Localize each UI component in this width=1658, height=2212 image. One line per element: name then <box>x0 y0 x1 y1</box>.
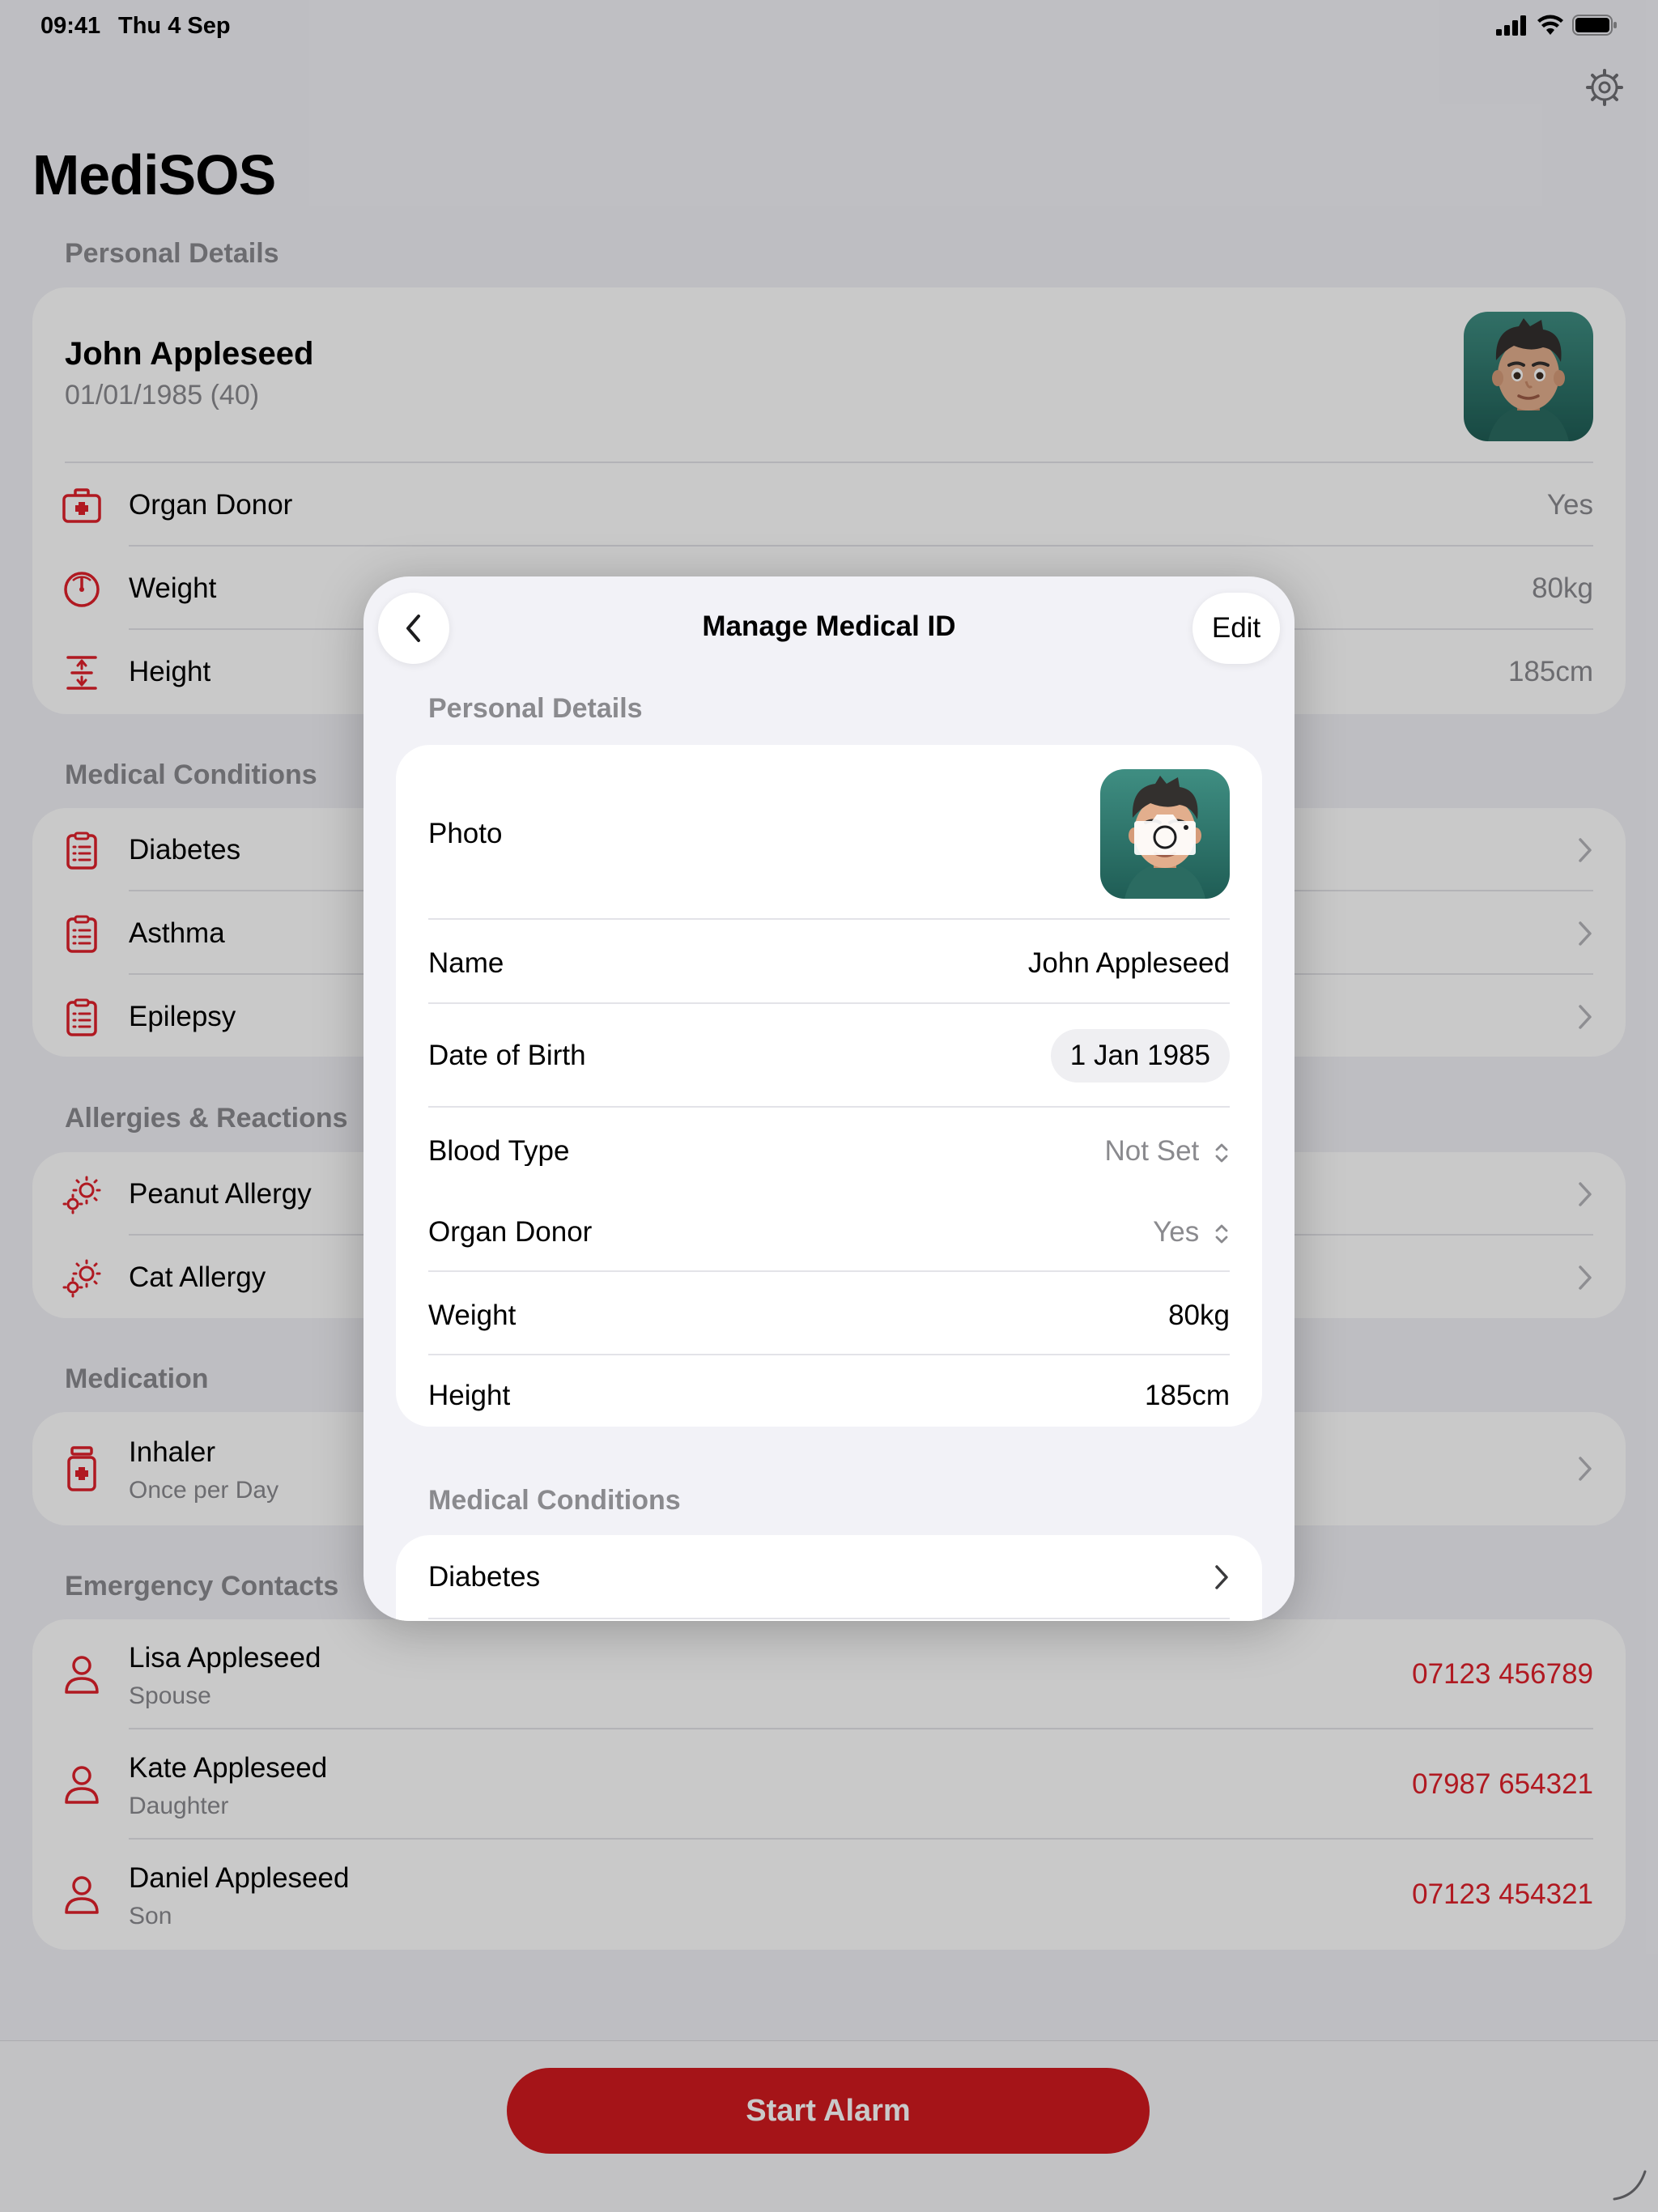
height-row[interactable]: Height 185cm <box>396 1355 1262 1427</box>
height-label: Height <box>428 1380 511 1411</box>
weight-value: 80kg <box>1168 1300 1230 1331</box>
sheet-title: Manage Medical ID <box>702 610 956 642</box>
photo-row[interactable]: Photo <box>396 745 1262 920</box>
blood-type-picker[interactable]: Not Set <box>1105 1135 1230 1168</box>
dob-label: Date of Birth <box>428 1040 586 1071</box>
name-row[interactable]: Name John Appleseed <box>396 920 1262 1004</box>
sheet-personal-details-card-lower: Organ Donor Yes Weight 80kg Height 185cm <box>396 1189 1262 1427</box>
dob-row: Date of Birth 1 Jan 1985 <box>396 1004 1262 1108</box>
manage-medical-id-sheet: Manage Medical ID Edit Personal Details … <box>363 576 1295 1621</box>
sheet-medical-conditions-card: Diabetes <box>396 1535 1262 1621</box>
edit-button[interactable]: Edit <box>1192 593 1280 664</box>
organ-donor-picker[interactable]: Yes <box>1153 1216 1230 1249</box>
sheet-personal-details-card: Photo Name John Appleseed Date of Birth … <box>396 745 1262 1208</box>
height-value: 185cm <box>1144 1380 1230 1411</box>
sheet-condition-row-diabetes[interactable]: Diabetes <box>396 1535 1262 1619</box>
name-label: Name <box>428 947 504 979</box>
name-value: John Appleseed <box>1027 947 1230 979</box>
photo-picker-avatar[interactable] <box>1100 769 1230 899</box>
sheet-personal-details-header: Personal Details <box>428 693 643 724</box>
chevron-up-down-icon <box>1215 1224 1228 1244</box>
divider <box>428 1618 1230 1619</box>
camera-icon <box>1134 815 1196 855</box>
dob-date-picker[interactable]: 1 Jan 1985 <box>1050 1029 1230 1083</box>
organ-donor-value: Yes <box>1153 1216 1200 1248</box>
weight-row[interactable]: Weight 80kg <box>396 1272 1262 1355</box>
blood-type-value: Not Set <box>1104 1135 1200 1167</box>
blood-type-label: Blood Type <box>428 1135 570 1167</box>
chevron-right-icon <box>1215 1565 1228 1589</box>
chevron-up-down-icon <box>1215 1143 1228 1163</box>
photo-label: Photo <box>428 818 503 849</box>
weight-label: Weight <box>428 1300 517 1331</box>
condition-label: Diabetes <box>428 1561 541 1593</box>
organ-donor-row[interactable]: Organ Donor Yes <box>396 1189 1262 1272</box>
organ-donor-label: Organ Donor <box>428 1216 593 1248</box>
sheet-medical-conditions-header: Medical Conditions <box>428 1485 681 1516</box>
dob-value: 1 Jan 1985 <box>1069 1040 1210 1071</box>
